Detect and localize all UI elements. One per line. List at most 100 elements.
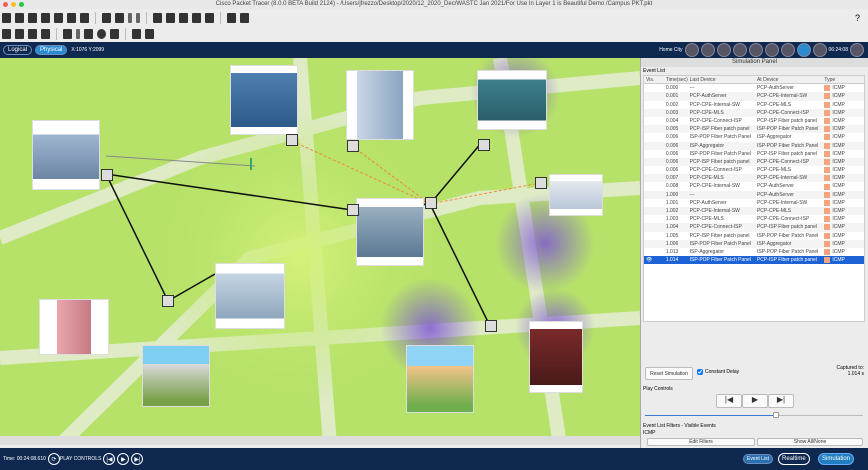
move-object-icon[interactable] bbox=[748, 43, 763, 57]
vis-cell[interactable] bbox=[644, 191, 666, 199]
print-icon[interactable] bbox=[41, 13, 50, 23]
vis-cell[interactable] bbox=[644, 125, 666, 133]
vis-cell[interactable] bbox=[644, 158, 666, 166]
event-row[interactable]: 0.005 PCP-ISP Fiber patch panel ISP-POP Fi… bbox=[644, 125, 864, 134]
back-icon[interactable] bbox=[700, 43, 715, 57]
event-row[interactable]: 0.000 --- PCP-AuthServer ICMP bbox=[644, 84, 864, 92]
delete-icon[interactable] bbox=[28, 29, 37, 39]
zoom-window-button[interactable] bbox=[19, 2, 24, 7]
closet-icon[interactable] bbox=[425, 197, 437, 209]
event-row[interactable]: 1.001 PCP-AuthServer PCP-CPE-Internal-SW IC… bbox=[644, 199, 864, 207]
navigation-icon[interactable] bbox=[684, 43, 699, 57]
physical-workspace-map[interactable] bbox=[0, 58, 640, 445]
vis-cell[interactable] bbox=[644, 232, 666, 240]
building-wide[interactable] bbox=[215, 263, 285, 329]
step-back-button[interactable]: |◀ bbox=[716, 394, 742, 408]
viewport-icon[interactable] bbox=[227, 13, 236, 23]
column-vis[interactable]: Vis. bbox=[644, 76, 666, 83]
select-icon[interactable] bbox=[2, 29, 11, 39]
speed-slider[interactable] bbox=[645, 412, 863, 418]
event-row[interactable]: 1.013 ISP-Aggregator ISP-POP Fiber Patch P… bbox=[644, 248, 864, 256]
closet-icon[interactable] bbox=[286, 134, 298, 146]
redo-icon[interactable] bbox=[136, 13, 140, 23]
zoom-reset-icon[interactable] bbox=[166, 13, 175, 23]
home-city-label[interactable]: Home City bbox=[659, 47, 682, 53]
palette-icon[interactable] bbox=[192, 13, 201, 23]
line-icon[interactable] bbox=[76, 29, 80, 39]
event-row[interactable]: 0.006 ISP-POP Fiber Patch Panel PCP-ISP Fi… bbox=[644, 150, 864, 158]
closet-icon[interactable] bbox=[101, 169, 113, 181]
building-teal[interactable] bbox=[477, 70, 547, 130]
vis-cell[interactable] bbox=[644, 150, 666, 158]
building-pink[interactable] bbox=[39, 299, 109, 355]
wireless-icon[interactable] bbox=[796, 43, 811, 57]
vis-cell[interactable] bbox=[644, 133, 666, 141]
building-central[interactable] bbox=[356, 198, 424, 266]
column-type[interactable]: Type bbox=[824, 76, 864, 83]
event-row[interactable]: 1.006 ISP-POP Fiber Patch Panel ISP-Aggreg… bbox=[644, 239, 864, 248]
freeform-icon[interactable] bbox=[110, 29, 119, 39]
building-hospital[interactable] bbox=[549, 174, 603, 216]
horizontal-scrollbar[interactable] bbox=[0, 436, 640, 445]
event-row[interactable]: 1.003 PCP-CPE-MLS PCP-CPE-Connect-ISP ICMP bbox=[644, 215, 864, 223]
closet-icon[interactable] bbox=[347, 204, 359, 216]
workspace-icon[interactable] bbox=[240, 13, 249, 23]
undo-icon[interactable] bbox=[128, 13, 132, 23]
building-tower[interactable] bbox=[230, 65, 298, 135]
ellipse-icon[interactable] bbox=[97, 29, 106, 39]
new-building-icon[interactable] bbox=[716, 43, 731, 57]
play-button[interactable]: ▶ bbox=[117, 453, 130, 465]
vis-cell[interactable] bbox=[644, 223, 666, 231]
event-row[interactable]: 1.005 PCP-ISP Fiber patch panel ISP-POP Fi… bbox=[644, 232, 864, 240]
play-button[interactable]: ▶ bbox=[742, 394, 768, 408]
complex-pdu-icon[interactable] bbox=[145, 29, 154, 39]
logical-tab[interactable]: Logical bbox=[3, 45, 33, 55]
vis-cell[interactable] bbox=[644, 117, 666, 125]
show-all-none-button[interactable]: Show All/None bbox=[757, 438, 863, 446]
vis-cell[interactable] bbox=[644, 174, 666, 182]
reset-simulation-button[interactable]: Reset Simulation bbox=[645, 367, 693, 380]
event-row[interactable]: 0.006 ISP-Aggregator ISP-POP Fiber Patch P… bbox=[644, 141, 864, 150]
event-list-button[interactable]: Event List bbox=[743, 454, 773, 464]
physical-tab[interactable]: Physical bbox=[35, 45, 68, 55]
zoom-out-icon[interactable] bbox=[179, 13, 188, 23]
building-shop[interactable] bbox=[406, 345, 474, 413]
close-window-button[interactable] bbox=[3, 2, 8, 7]
closet-icon[interactable] bbox=[485, 320, 497, 332]
rectangle-icon[interactable] bbox=[84, 29, 93, 39]
event-row[interactable]: 1.000 --- PCP-AuthServer ICMP bbox=[644, 190, 864, 199]
zoom-in-icon[interactable] bbox=[153, 13, 162, 23]
resize-icon[interactable] bbox=[41, 29, 50, 39]
paste-icon[interactable] bbox=[115, 13, 124, 23]
building-campus[interactable] bbox=[32, 120, 100, 190]
note-icon[interactable] bbox=[63, 29, 72, 39]
vis-cell[interactable] bbox=[644, 207, 666, 215]
step-forward-button[interactable]: ▶| bbox=[768, 394, 794, 408]
event-row[interactable]: 0.006 PCP-CPE-Connect-ISP PCP-CPE-MLS ICMP bbox=[644, 166, 864, 174]
vis-cell[interactable] bbox=[644, 215, 666, 223]
vis-cell[interactable] bbox=[644, 248, 666, 256]
event-row[interactable]: 1.002 PCP-CPE-Internal-SW PCP-CPE-MLS ICMP bbox=[644, 207, 864, 216]
home-icon[interactable] bbox=[850, 43, 864, 57]
vis-cell[interactable]: 👁 bbox=[644, 256, 666, 264]
event-row[interactable]: 👁 1.014 ISP-POP Fiber Patch Panel PCP-ISP F… bbox=[644, 256, 864, 265]
wizard-icon[interactable] bbox=[67, 13, 76, 23]
closet-icon[interactable] bbox=[478, 139, 490, 151]
open-icon[interactable] bbox=[15, 13, 24, 23]
closet-icon[interactable] bbox=[347, 140, 359, 152]
closet-icon[interactable] bbox=[535, 177, 547, 189]
event-row[interactable]: 0.007 PCP-CPE-MLS PCP-CPE-Internal-SW ICMP bbox=[644, 174, 864, 183]
cable-icon[interactable] bbox=[812, 43, 827, 57]
set-background-icon[interactable] bbox=[764, 43, 779, 57]
grid-icon[interactable] bbox=[780, 43, 795, 57]
realtime-button[interactable]: Realtime bbox=[778, 453, 810, 465]
vis-cell[interactable] bbox=[644, 142, 666, 150]
vis-cell[interactable] bbox=[644, 166, 666, 174]
event-row[interactable]: 0.004 PCP-CPE-Connect-ISP PCP-ISP Fiber pa… bbox=[644, 117, 864, 125]
wireless-tower-icon[interactable] bbox=[250, 158, 258, 170]
save-icon[interactable] bbox=[28, 13, 37, 23]
event-row[interactable]: 0.001 PCP-AuthServer PCP-CPE-Internal-SW IC… bbox=[644, 92, 864, 101]
vis-cell[interactable] bbox=[644, 109, 666, 117]
help-icon[interactable]: ? bbox=[855, 13, 860, 23]
flask-icon[interactable] bbox=[80, 13, 89, 23]
